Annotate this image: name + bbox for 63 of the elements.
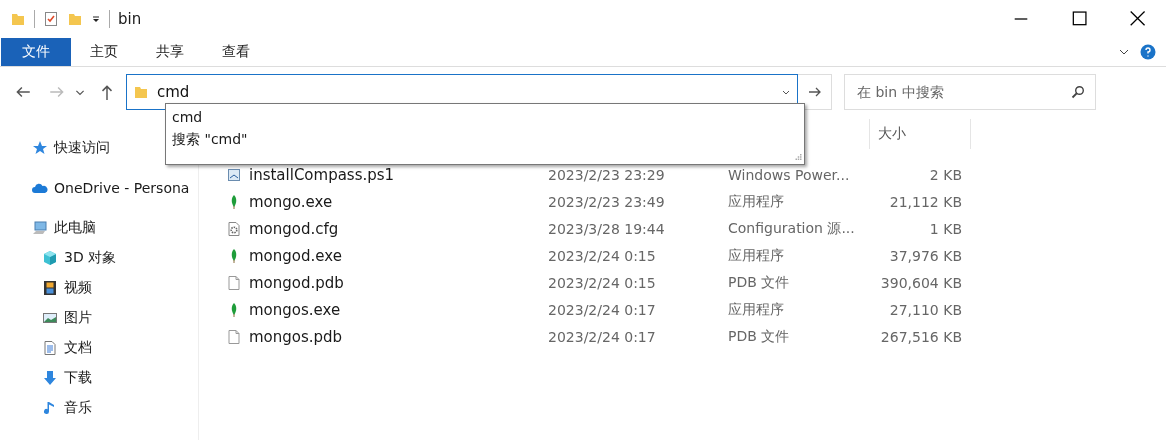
table-cell-text: 2023/2/23 23:29 <box>548 166 666 183</box>
table-cell-text: 27,110 KB <box>888 301 962 318</box>
sidebar-item[interactable]: 音乐 <box>0 393 198 423</box>
address-field[interactable]: cmd <box>157 83 773 101</box>
sidebar-item[interactable]: 视频 <box>0 273 198 303</box>
table-cell-text: 2 KB <box>928 166 962 183</box>
file-name[interactable]: mongod.pdb <box>249 273 548 292</box>
sidebar-item[interactable]: 3D 对象 <box>0 243 198 273</box>
ribbon-tab[interactable]: 主页 <box>71 38 137 66</box>
ribbon-tab[interactable]: 共享 <box>137 38 203 66</box>
gear-file-icon <box>226 220 242 237</box>
table-cell-text: 应用程序 <box>728 300 785 319</box>
cube-icon <box>42 250 58 266</box>
file-name[interactable]: mongo.exe <box>249 192 548 211</box>
sidebar-item[interactable]: 图片 <box>0 303 198 333</box>
document-icon <box>42 340 58 356</box>
search-field[interactable]: 在 bin 中搜索 <box>855 83 1071 101</box>
script-file-icon <box>226 166 242 183</box>
table-cell-text: 2023/2/24 0:17 <box>548 301 657 318</box>
file-name[interactable]: mongod.cfg <box>249 219 548 238</box>
table-cell-text: 21,112 KB <box>888 193 962 210</box>
down-arrow-icon <box>42 370 58 386</box>
computer-icon <box>32 220 48 236</box>
table-cell-text: 2023/2/24 0:17 <box>548 328 657 345</box>
table-cell-text: 2023/2/24 0:15 <box>548 247 657 264</box>
file-name[interactable]: mongod.exe <box>249 246 548 265</box>
file-name[interactable]: mongos.pdb <box>249 327 548 346</box>
star-icon <box>32 140 48 156</box>
table-cell-text: 267,516 KB <box>879 328 962 345</box>
window-title: bin <box>118 10 142 28</box>
table-cell-text: Configuration 源... <box>728 219 856 238</box>
sidebar-item[interactable]: OneDrive - Persona <box>0 173 198 203</box>
sidebar-item[interactable]: 下载 <box>0 363 198 393</box>
file-name[interactable]: installCompass.ps1 <box>249 165 548 184</box>
table-cell-text: 2023/2/24 0:15 <box>548 274 657 291</box>
table-cell-text: 2023/3/28 19:44 <box>548 220 666 237</box>
search-box[interactable]: 在 bin 中搜索 <box>844 74 1096 110</box>
file-name[interactable]: mongos.exe <box>249 300 548 319</box>
table-cell-text: PDB 文件 <box>728 327 791 346</box>
column-header[interactable]: 大小 <box>870 119 971 149</box>
ribbon-tab[interactable]: 查看 <box>203 38 269 66</box>
help-icon[interactable] <box>1140 44 1156 60</box>
checklist-icon[interactable] <box>43 11 59 27</box>
suggestion-item[interactable]: 搜索 "cmd" <box>172 128 798 150</box>
table-cell-text: 应用程序 <box>728 246 785 265</box>
search-icon <box>1071 85 1085 99</box>
sidebar-item[interactable]: 文档 <box>0 333 198 363</box>
table-cell-text: PDB 文件 <box>728 273 791 292</box>
table-cell-text: 390,604 KB <box>879 274 962 291</box>
dropdown-icon[interactable] <box>91 14 101 24</box>
table-cell-text: Windows Power... <box>728 166 851 183</box>
table-cell-text: 37,976 KB <box>888 247 962 264</box>
blank-file-icon <box>226 328 242 345</box>
table-cell-text: 应用程序 <box>728 192 785 211</box>
picture-icon <box>42 310 58 326</box>
blank-file-icon <box>226 274 242 291</box>
sidebar-item[interactable]: 此电脑 <box>0 213 198 243</box>
film-icon <box>42 280 58 296</box>
ribbon-tab[interactable]: 文件 <box>1 38 71 66</box>
folder-icon <box>133 84 149 100</box>
table-cell-text: 1 KB <box>928 220 962 237</box>
go-button[interactable] <box>798 74 832 110</box>
table-cell-text: 2023/2/23 23:49 <box>548 193 666 210</box>
